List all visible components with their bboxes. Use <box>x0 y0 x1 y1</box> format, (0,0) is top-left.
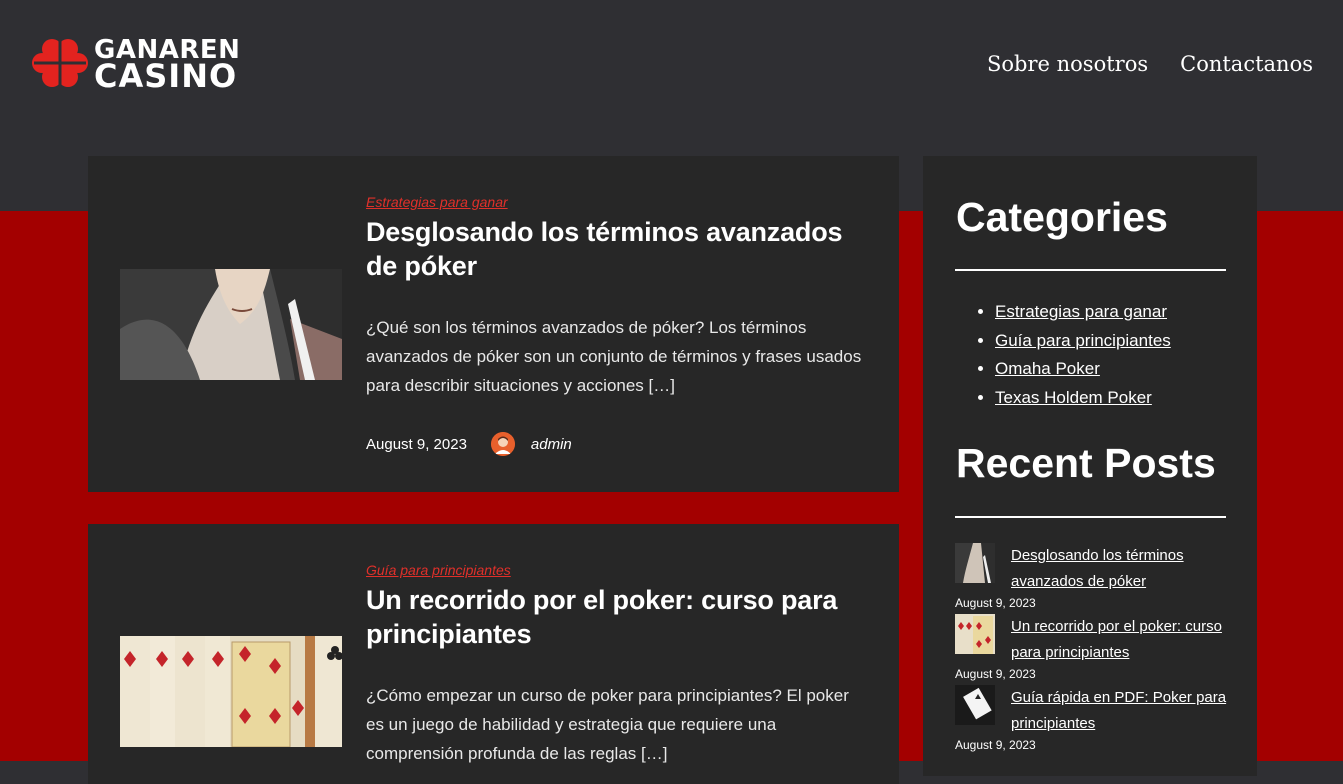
post-date: August 9, 2023 <box>366 435 467 453</box>
nav-sobre-nosotros[interactable]: Sobre nosotros <box>987 52 1148 76</box>
main-nav: Sobre nosotros Contactanos <box>987 52 1313 76</box>
categories-title: Categories <box>956 194 1168 240</box>
divider <box>955 516 1226 518</box>
list-item: Omaha Poker <box>995 355 1171 384</box>
site-logo[interactable]: GANAREN CASINO <box>30 33 240 93</box>
post-title[interactable]: Un recorrido por el poker: curso para pr… <box>366 583 866 651</box>
post-content: Guía para principiantes Un recorrido por… <box>366 560 866 768</box>
recent-post-link[interactable]: Desglosando los términos avanzados de pó… <box>1011 543 1231 594</box>
recent-post-item: Un recorrido por el poker: curso para pr… <box>955 614 1235 685</box>
nav-contactanos[interactable]: Contactanos <box>1180 52 1313 76</box>
post-meta: August 9, 2023 admin <box>366 432 866 456</box>
recent-post-thumbnail[interactable] <box>955 685 995 725</box>
list-item: Estrategias para ganar <box>995 298 1171 327</box>
post-thumbnail[interactable] <box>120 636 342 747</box>
logo-wordmark: GANAREN CASINO <box>94 37 240 95</box>
divider <box>955 269 1226 271</box>
post-card: Guía para principiantes Un recorrido por… <box>88 524 899 784</box>
category-link[interactable]: Guía para principiantes <box>995 331 1171 350</box>
site-header: GANAREN CASINO Sobre nosotros Contactano… <box>0 0 1343 140</box>
post-excerpt: ¿Cómo empezar un curso de poker para pri… <box>366 686 849 763</box>
recent-post-item: Desglosando los términos avanzados de pó… <box>955 543 1235 614</box>
post-title[interactable]: Desglosando los términos avanzados de pó… <box>366 215 866 283</box>
recent-post-link[interactable]: Guía rápida en PDF: Poker para principia… <box>1011 685 1231 736</box>
post-category-link[interactable]: Guía para principiantes <box>366 562 511 578</box>
sidebar: Categories Estrategias para ganar Guía p… <box>923 156 1257 776</box>
recent-post-item: Guía rápida en PDF: Poker para principia… <box>955 685 1235 756</box>
recent-posts-title: Recent Posts <box>956 440 1216 486</box>
post-category-link[interactable]: Estrategias para ganar <box>366 194 508 210</box>
recent-post-thumbnail[interactable] <box>955 543 995 583</box>
category-link[interactable]: Omaha Poker <box>995 359 1100 378</box>
recent-post-link[interactable]: Un recorrido por el poker: curso para pr… <box>1011 614 1231 665</box>
categories-list: Estrategias para ganar Guía para princip… <box>955 298 1171 412</box>
clover-logo-icon <box>32 39 88 87</box>
post-card: Estrategias para ganar Desglosando los t… <box>88 156 899 492</box>
playing-cards-image-icon <box>120 636 342 747</box>
post-author[interactable]: admin <box>531 436 572 453</box>
hooded-figure-image-icon <box>120 269 342 380</box>
recent-post-date: August 9, 2023 <box>955 596 1036 610</box>
recent-post-date: August 9, 2023 <box>955 667 1036 681</box>
post-content: Estrategias para ganar Desglosando los t… <box>366 192 866 456</box>
list-item: Guía para principiantes <box>995 327 1171 356</box>
recent-posts-list: Desglosando los términos avanzados de pó… <box>955 543 1235 756</box>
logo-line2: CASINO <box>94 57 238 95</box>
recent-post-date: August 9, 2023 <box>955 738 1036 752</box>
category-link[interactable]: Estrategias para ganar <box>995 302 1167 321</box>
author-avatar-icon <box>490 432 515 456</box>
list-item: Texas Holdem Poker <box>995 384 1171 413</box>
post-excerpt: ¿Qué son los términos avanzados de póker… <box>366 318 862 395</box>
recent-post-thumbnail[interactable] <box>955 614 995 654</box>
category-link[interactable]: Texas Holdem Poker <box>995 388 1152 407</box>
post-thumbnail[interactable] <box>120 269 342 380</box>
